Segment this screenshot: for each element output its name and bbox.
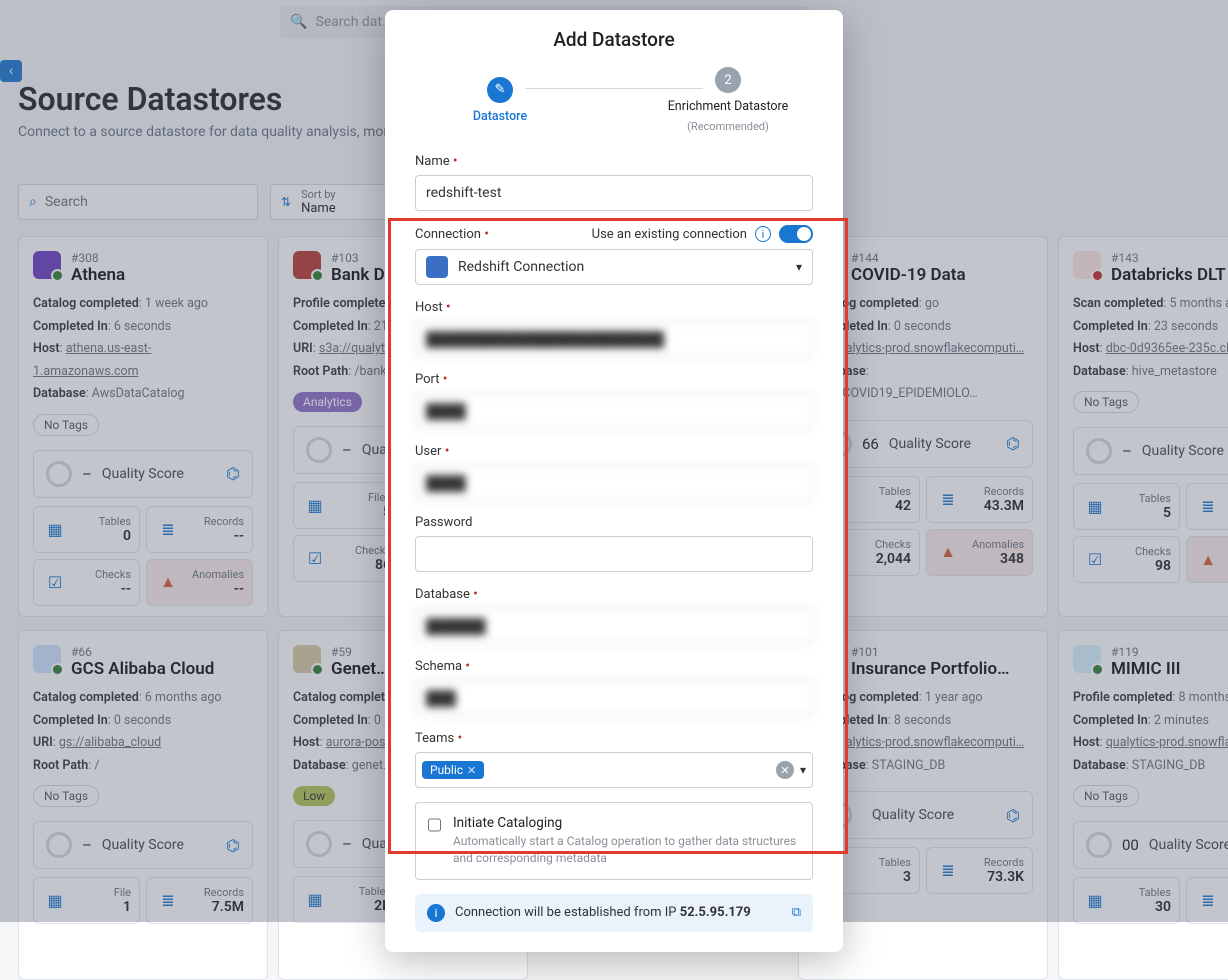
chevron-down-icon: ▾ [800, 763, 806, 777]
ip-note: i Connection will be established from IP… [415, 894, 813, 932]
name-label: Name • [415, 153, 813, 169]
clear-icon[interactable]: ✕ [776, 761, 794, 779]
chevron-down-icon: ▾ [796, 260, 802, 274]
host-input[interactable] [415, 321, 813, 357]
database-input[interactable] [415, 608, 813, 644]
host-label: Host • [415, 299, 813, 315]
catalog-desc: Automatically start a Catalog operation … [453, 833, 800, 867]
connection-value: Redshift Connection [458, 259, 584, 275]
stepper: ✎ Datastore 2 Enrichment Datastore (Reco… [415, 67, 813, 133]
schema-input[interactable] [415, 680, 813, 716]
password-label: Password [415, 515, 813, 530]
pencil-icon: ✎ [487, 77, 513, 103]
info-icon[interactable]: i [755, 226, 771, 242]
copy-ip-button[interactable]: ⧉ [792, 905, 801, 920]
use-existing-toggle[interactable] [779, 225, 813, 243]
teams-select[interactable]: Public✕ ✕ ▾ [415, 752, 813, 788]
initiate-cataloging-option[interactable]: Initiate Cataloging Automatically start … [415, 802, 813, 880]
password-input[interactable] [415, 536, 813, 572]
user-input[interactable] [415, 465, 813, 501]
connection-label: Connection • [415, 226, 489, 242]
step-2-badge: 2 [715, 67, 741, 93]
teams-label: Teams • [415, 730, 813, 746]
connection-select[interactable]: Redshift Connection ▾ [415, 249, 813, 285]
port-label: Port • [415, 371, 813, 387]
step-enrichment[interactable]: 2 Enrichment Datastore (Recommended) [643, 67, 813, 133]
name-input[interactable] [415, 175, 813, 211]
user-label: User • [415, 443, 813, 459]
initiate-cataloging-checkbox[interactable] [428, 817, 441, 833]
add-datastore-modal: Add Datastore ✎ Datastore 2 Enrichment D… [385, 10, 843, 952]
port-input[interactable] [415, 393, 813, 429]
redshift-icon [426, 256, 448, 278]
close-icon[interactable]: ✕ [467, 764, 476, 777]
info-icon: i [427, 904, 445, 922]
team-chip-public[interactable]: Public✕ [422, 761, 484, 779]
use-existing-label: Use an existing connection [592, 227, 747, 242]
catalog-title: Initiate Cataloging [453, 815, 800, 831]
step-datastore[interactable]: ✎ Datastore [415, 77, 585, 124]
database-label: Database • [415, 586, 813, 602]
modal-title: Add Datastore [415, 28, 813, 51]
schema-label: Schema • [415, 658, 813, 674]
